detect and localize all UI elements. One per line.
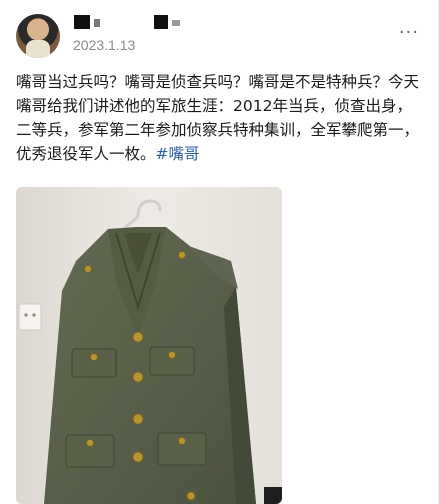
uniform-illustration <box>16 187 282 504</box>
post-photo[interactable] <box>16 187 282 504</box>
wall-outlet-icon <box>18 303 42 331</box>
hashtag-link[interactable]: #嘴哥 <box>156 145 200 163</box>
post-card: 2023.1.13 ··· 嘴哥当过兵吗？嘴哥是侦查兵吗？嘴哥是不是特种兵？今天… <box>0 0 439 504</box>
avatar[interactable] <box>16 14 60 58</box>
redaction-mark <box>74 15 90 29</box>
redaction-mark <box>154 15 168 29</box>
post-date: 2023.1.13 <box>73 37 136 53</box>
more-options-icon[interactable]: ··· <box>399 22 419 43</box>
redaction-mark <box>172 20 180 26</box>
post-body: 嘴哥当过兵吗？嘴哥是侦查兵吗？嘴哥是不是特种兵？今天嘴哥给我们讲述他的军旅生涯：… <box>16 73 420 163</box>
username-redacted[interactable] <box>74 15 194 31</box>
post-text: 嘴哥当过兵吗？嘴哥是侦查兵吗？嘴哥是不是特种兵？今天嘴哥给我们讲述他的军旅生涯：… <box>16 70 424 166</box>
redaction-mark <box>94 19 100 27</box>
